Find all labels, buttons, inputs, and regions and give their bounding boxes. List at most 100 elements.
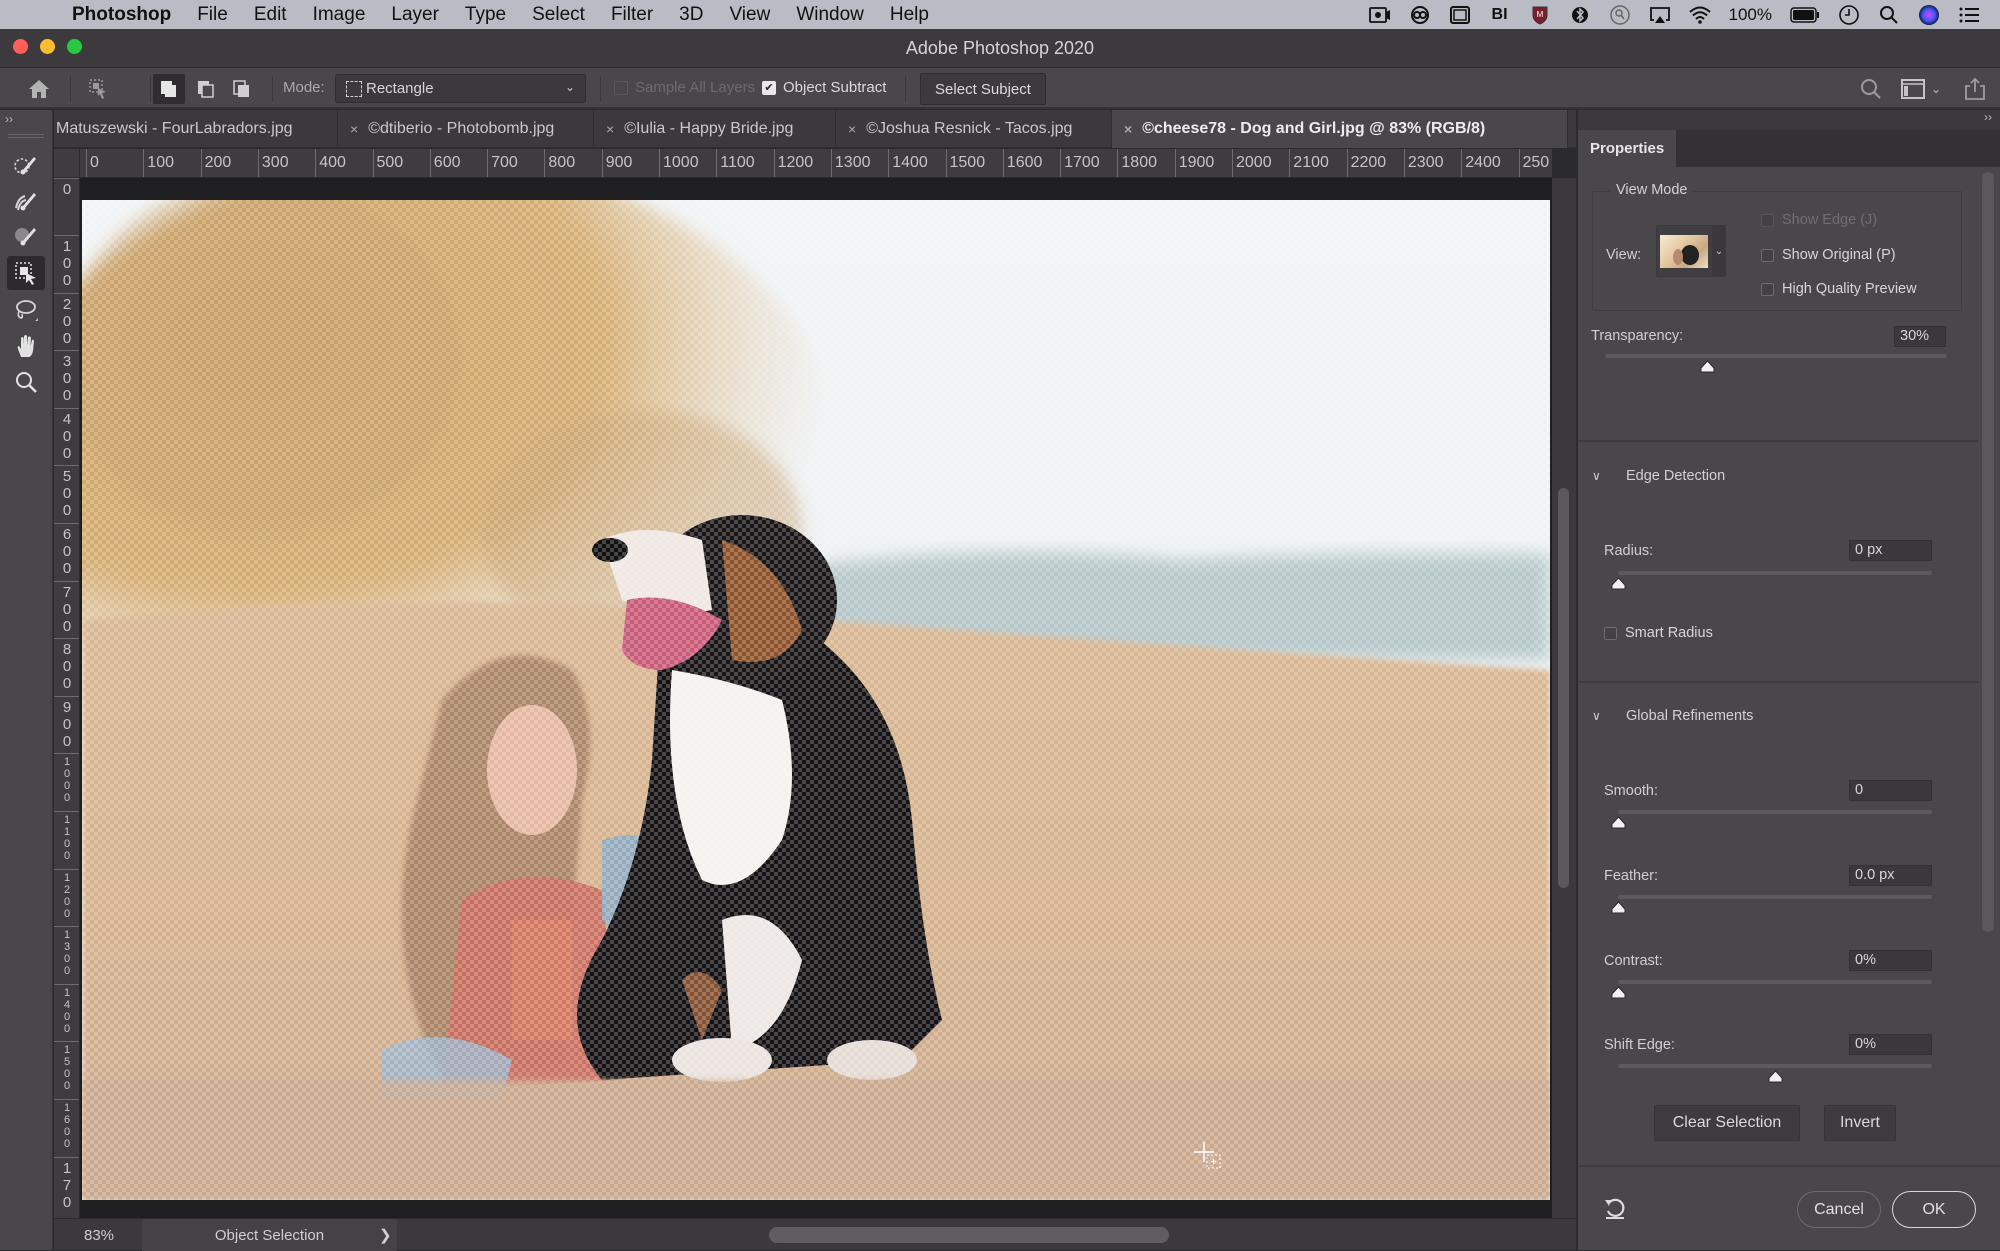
radius-input[interactable]: 0 px — [1849, 540, 1932, 561]
menu-layer[interactable]: Layer — [391, 4, 439, 26]
menu-view[interactable]: View — [729, 4, 770, 26]
mode-select[interactable]: Rectangle ⌄ — [335, 74, 586, 103]
home-button[interactable] — [22, 74, 56, 104]
doc-tab[interactable]: × ©Iulia - Happy Bride.jpg — [594, 110, 836, 148]
tool-quick-selection-brush[interactable] — [7, 148, 45, 182]
feather-slider-track[interactable] — [1618, 895, 1932, 899]
close-tab-icon[interactable]: × — [606, 121, 614, 137]
transparency-slider-track[interactable] — [1605, 354, 1947, 358]
close-tab-icon[interactable]: × — [1124, 121, 1132, 137]
menu-file[interactable]: File — [197, 4, 228, 26]
bluetooth-icon[interactable] — [1569, 6, 1591, 24]
menu-app-photoshop[interactable]: Photoshop — [72, 4, 171, 26]
airplay-icon[interactable] — [1649, 6, 1671, 24]
scrollbar-thumb[interactable] — [1558, 488, 1569, 888]
chevron-down-icon[interactable]: ⌄ — [1712, 226, 1726, 276]
siri-icon[interactable] — [1918, 4, 1940, 25]
toolbar-grip[interactable] — [8, 134, 44, 138]
spotlight-alt-icon[interactable] — [1609, 4, 1631, 25]
object-subtract-checkbox[interactable]: ✔ Object Subtract — [762, 79, 886, 96]
smooth-slider-thumb[interactable] — [1611, 816, 1626, 829]
tool-zoom[interactable] — [7, 366, 45, 400]
close-tab-icon[interactable]: × — [350, 121, 358, 137]
display-icon[interactable] — [1449, 5, 1471, 24]
view-mode-picker[interactable]: ⌄ — [1656, 225, 1726, 277]
scrollbar-thumb[interactable] — [1982, 172, 1994, 932]
battery-icon[interactable] — [1790, 6, 1820, 24]
contrast-input[interactable]: 0% — [1849, 950, 1932, 971]
tool-preset-picker[interactable] — [82, 74, 116, 104]
doc-tab[interactable]: Matuszewski - FourLabradors.jpg — [54, 110, 338, 148]
subtract-from-selection-button[interactable] — [226, 74, 258, 104]
clock-icon[interactable] — [1838, 4, 1860, 25]
zoom-level[interactable]: 83% — [84, 1227, 114, 1244]
menu-3d[interactable]: 3D — [679, 4, 703, 26]
cancel-button[interactable]: Cancel — [1797, 1191, 1881, 1228]
menu-select[interactable]: Select — [532, 4, 585, 26]
menu-window[interactable]: Window — [796, 4, 864, 26]
doc-tab[interactable]: × ©dtiberio - Photobomb.jpg — [338, 110, 594, 148]
invert-button[interactable]: Invert — [1824, 1105, 1896, 1141]
panel-scrollbar[interactable] — [1982, 172, 1994, 932]
menu-image[interactable]: Image — [313, 4, 366, 26]
transparency-slider-thumb[interactable] — [1700, 360, 1715, 373]
wifi-icon[interactable] — [1688, 6, 1711, 24]
ruler-origin[interactable] — [54, 149, 80, 178]
share-button[interactable] — [1960, 74, 1990, 104]
feather-slider-thumb[interactable] — [1611, 901, 1626, 914]
feather-input[interactable]: 0.0 px — [1849, 865, 1932, 886]
tool-lasso[interactable] — [7, 293, 45, 327]
new-selection-button[interactable] — [153, 74, 185, 104]
menu-help[interactable]: Help — [890, 4, 929, 26]
canvas-vertical-scrollbar[interactable] — [1552, 178, 1576, 1218]
collapse-toolbar-icon[interactable]: ›› — [5, 112, 13, 126]
horizontal-ruler[interactable]: 0 100 200 300 400 500 600 700 800 900 1000 1100 1200… — [80, 149, 1552, 178]
canvas-area[interactable] — [80, 178, 1552, 1218]
smooth-input[interactable]: 0 — [1849, 780, 1932, 801]
shift-edge-input[interactable]: 0% — [1849, 1034, 1932, 1055]
menu-type[interactable]: Type — [465, 4, 506, 26]
screen-record-icon[interactable] — [1368, 6, 1391, 24]
transparency-input[interactable]: 30% — [1894, 326, 1946, 347]
status-info[interactable]: Object Selection — [142, 1219, 397, 1251]
radius-slider-track[interactable] — [1618, 571, 1932, 575]
menu-filter[interactable]: Filter — [611, 4, 653, 26]
show-edge-checkbox[interactable]: Show Edge (J) — [1761, 212, 1877, 228]
reset-icon[interactable] — [1602, 1195, 1628, 1221]
workspace-switcher[interactable]: ⌄ — [1896, 74, 1946, 104]
sample-all-layers-checkbox[interactable]: Sample All Layers — [614, 79, 755, 96]
search-icon[interactable] — [1878, 5, 1900, 24]
tool-hand[interactable] — [7, 329, 45, 363]
edge-detection-section-toggle[interactable]: ∨ Edge Detection — [1592, 468, 1725, 484]
tab-properties[interactable]: Properties — [1578, 130, 1676, 167]
global-refinements-section-toggle[interactable]: ∨ Global Refinements — [1592, 708, 1753, 724]
search-button[interactable] — [1856, 74, 1886, 104]
shift-edge-slider-thumb[interactable] — [1768, 1070, 1783, 1083]
tool-brush[interactable] — [7, 219, 45, 253]
show-original-checkbox[interactable]: Show Original (P) — [1761, 247, 1896, 263]
add-to-selection-button[interactable] — [190, 74, 222, 104]
bi-icon[interactable]: BI — [1489, 6, 1511, 24]
shift-edge-slider-track[interactable] — [1618, 1064, 1932, 1068]
doc-tab-active[interactable]: × ©cheese78 - Dog and Girl.jpg @ 83% (RG… — [1112, 110, 1568, 148]
tool-refine-edge-brush[interactable] — [7, 184, 45, 218]
menu-edit[interactable]: Edit — [254, 4, 287, 26]
contrast-slider-thumb[interactable] — [1611, 986, 1626, 999]
vertical-ruler[interactable]: 0100200300400500600700800900100011001200… — [54, 178, 80, 1218]
doc-tab[interactable]: × ©Joshua Resnick - Tacos.jpg — [836, 110, 1112, 148]
close-tab-icon[interactable]: × — [848, 121, 856, 137]
control-center-icon[interactable] — [1958, 6, 1980, 24]
tool-object-selection[interactable] — [7, 256, 45, 290]
radius-slider-thumb[interactable] — [1611, 577, 1626, 590]
clear-selection-button[interactable]: Clear Selection — [1654, 1105, 1800, 1141]
high-quality-preview-checkbox[interactable]: High Quality Preview — [1761, 281, 1917, 297]
ok-button[interactable]: OK — [1892, 1191, 1976, 1228]
document-image[interactable] — [82, 200, 1550, 1200]
contrast-slider-track[interactable] — [1618, 980, 1932, 984]
smart-radius-checkbox[interactable]: Smart Radius — [1604, 625, 1713, 641]
mcafee-shield-icon[interactable]: M — [1529, 6, 1551, 25]
creative-cloud-icon[interactable] — [1409, 5, 1431, 24]
collapse-panels-icon[interactable]: ›› — [1984, 110, 1992, 124]
status-menu-arrow-icon[interactable]: ❯ — [379, 1226, 392, 1244]
canvas-horizontal-scrollbar-thumb[interactable] — [769, 1227, 1169, 1243]
